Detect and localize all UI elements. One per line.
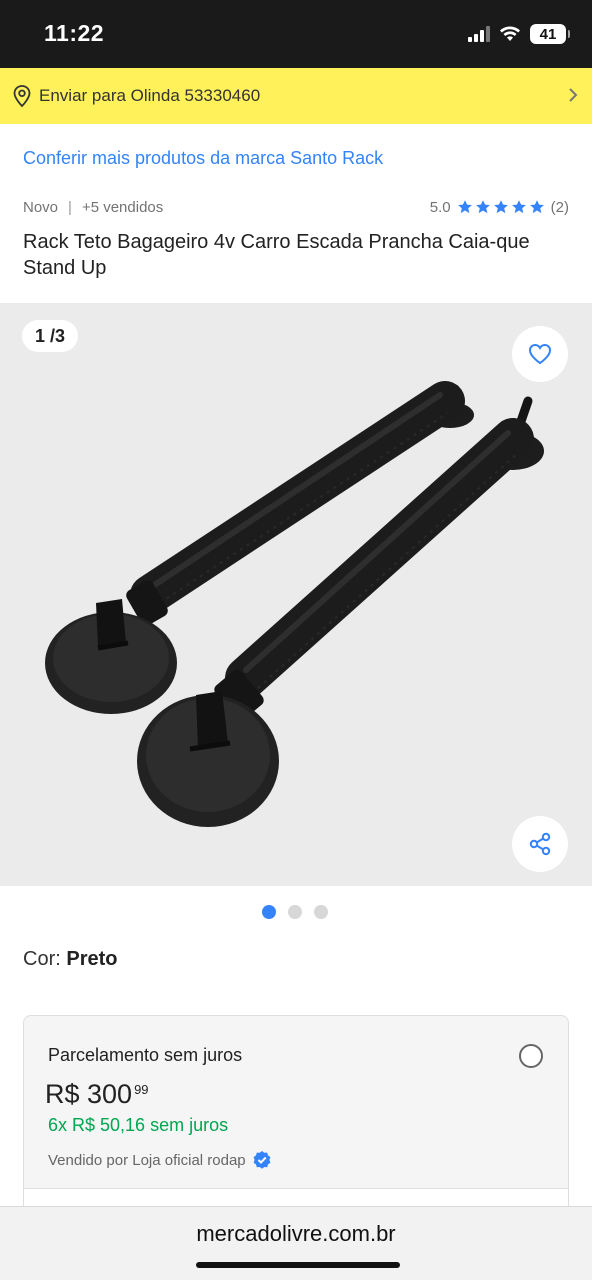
shipping-address-text: Enviar para Olinda 53330460 bbox=[39, 86, 261, 105]
color-label: Cor: bbox=[23, 948, 61, 970]
product-image-gallery[interactable]: 1 /3 bbox=[0, 303, 592, 886]
condition-label: Novo bbox=[23, 198, 59, 216]
pagination-dot[interactable] bbox=[262, 905, 276, 919]
seller-info: Vendido por Loja oficial rodap bbox=[48, 1150, 272, 1170]
sold-count: +5 vendidos bbox=[81, 198, 164, 216]
rating-value: 5.0 bbox=[429, 198, 451, 216]
meta-separator: | bbox=[68, 198, 72, 216]
location-pin-icon bbox=[13, 85, 31, 108]
star-icon bbox=[511, 200, 526, 214]
image-counter: 1 /3 bbox=[22, 320, 79, 352]
installment-option-radio[interactable] bbox=[519, 1044, 543, 1068]
star-rating bbox=[457, 199, 545, 215]
brand-products-link[interactable]: Conferir mais produtos da marca Santo Ra… bbox=[23, 148, 383, 169]
browser-address-bar[interactable]: mercadolivre.com.br bbox=[0, 1206, 592, 1280]
roof-rack-bars-image bbox=[45, 381, 544, 827]
battery-indicator: 41 bbox=[530, 24, 570, 44]
share-button[interactable] bbox=[512, 816, 568, 872]
wifi-icon bbox=[500, 26, 520, 41]
review-count: (2) bbox=[550, 198, 569, 216]
favorite-button[interactable] bbox=[512, 326, 568, 382]
home-indicator bbox=[196, 1262, 400, 1268]
pagination-dot[interactable] bbox=[288, 905, 302, 919]
color-value: Preto bbox=[66, 948, 118, 970]
heart-icon bbox=[528, 343, 552, 365]
status-icons: 41 bbox=[468, 24, 570, 44]
browser-url[interactable]: mercadolivre.com.br bbox=[0, 1221, 592, 1247]
seller-text: Vendido por Loja oficial rodap bbox=[48, 1151, 246, 1169]
product-title: Rack Teto Bagageiro 4v Carro Escada Pran… bbox=[23, 231, 530, 279]
color-selection: Cor: Preto bbox=[23, 948, 117, 971]
price-amount: R$ 300 bbox=[45, 1079, 133, 1109]
share-icon bbox=[529, 832, 551, 856]
price-cents: 99 bbox=[134, 1082, 149, 1097]
status-bar: 11:22 41 bbox=[0, 0, 592, 68]
price: R$ 300 99 bbox=[45, 1077, 149, 1111]
rating-summary[interactable]: 5.0 (2) bbox=[430, 199, 569, 216]
star-icon bbox=[457, 200, 472, 214]
installments-text: 6x R$ 50,16 sem juros bbox=[48, 1115, 229, 1135]
star-icon bbox=[475, 200, 490, 214]
star-icon bbox=[529, 200, 544, 214]
chevron-right-icon bbox=[569, 88, 578, 102]
pagination-dot[interactable] bbox=[314, 905, 328, 919]
shipping-address-bar[interactable]: Enviar para Olinda 53330460 bbox=[0, 68, 592, 124]
installment-option-title: Parcelamento sem juros bbox=[48, 1045, 243, 1065]
star-icon bbox=[493, 200, 508, 214]
product-meta-row: Novo | +5 vendidos 5.0 (2) bbox=[23, 196, 569, 218]
signal-icon bbox=[468, 26, 490, 42]
battery-level: 41 bbox=[539, 25, 557, 43]
status-time: 11:22 bbox=[44, 20, 105, 46]
gallery-pagination[interactable] bbox=[262, 905, 328, 919]
verified-badge-icon bbox=[253, 1151, 271, 1169]
